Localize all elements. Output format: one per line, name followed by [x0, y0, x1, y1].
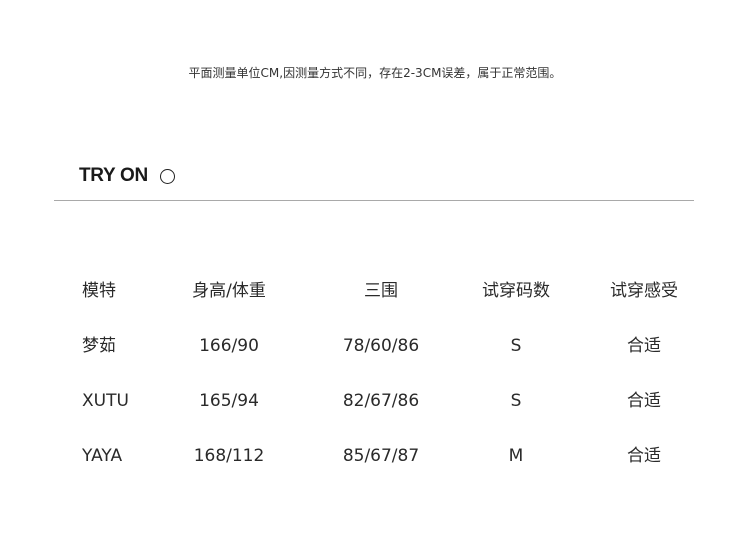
table-row: XUTU 165/94 82/67/86 S 合适	[0, 380, 750, 435]
try-on-heading: TRY ON	[79, 165, 175, 187]
cell-size: M	[508, 446, 524, 466]
cell-measurements: 85/67/87	[342, 446, 420, 466]
try-on-title: TRY ON	[79, 165, 148, 186]
header-fit: 试穿感受	[610, 281, 678, 301]
cell-measurements: 82/67/86	[342, 391, 420, 411]
section-divider	[54, 200, 694, 201]
cell-height-weight: 165/94	[199, 391, 259, 411]
cell-fit: 合适	[627, 336, 661, 356]
try-on-table: 模特 身高/体重 三围 试穿码数 试穿感受 梦茹 166/90 78/60/86…	[0, 270, 750, 490]
table-row: 梦茹 166/90 78/60/86 S 合适	[0, 325, 750, 380]
cell-model: 梦茹	[82, 336, 116, 356]
measurement-note: 平面测量单位CM,因测量方式不同，存在2-3CM误差，属于正常范围。	[188, 66, 562, 80]
header-size: 试穿码数	[482, 281, 550, 301]
table-header-row: 模特 身高/体重 三围 试穿码数 试穿感受	[0, 270, 750, 325]
cell-model: YAYA	[82, 446, 123, 466]
cell-size: S	[510, 336, 522, 356]
cell-fit: 合适	[627, 391, 661, 411]
header-height-weight: 身高/体重	[192, 281, 266, 301]
header-measurements: 三围	[364, 281, 398, 301]
cell-height-weight: 168/112	[193, 446, 265, 466]
cell-measurements: 78/60/86	[342, 336, 420, 356]
header-model: 模特	[82, 281, 116, 301]
cell-fit: 合适	[627, 446, 661, 466]
circle-icon	[159, 168, 175, 184]
cell-size: S	[510, 391, 522, 411]
table-row: YAYA 168/112 85/67/87 M 合适	[0, 435, 750, 490]
cell-model: XUTU	[82, 391, 129, 411]
cell-height-weight: 166/90	[199, 336, 259, 356]
